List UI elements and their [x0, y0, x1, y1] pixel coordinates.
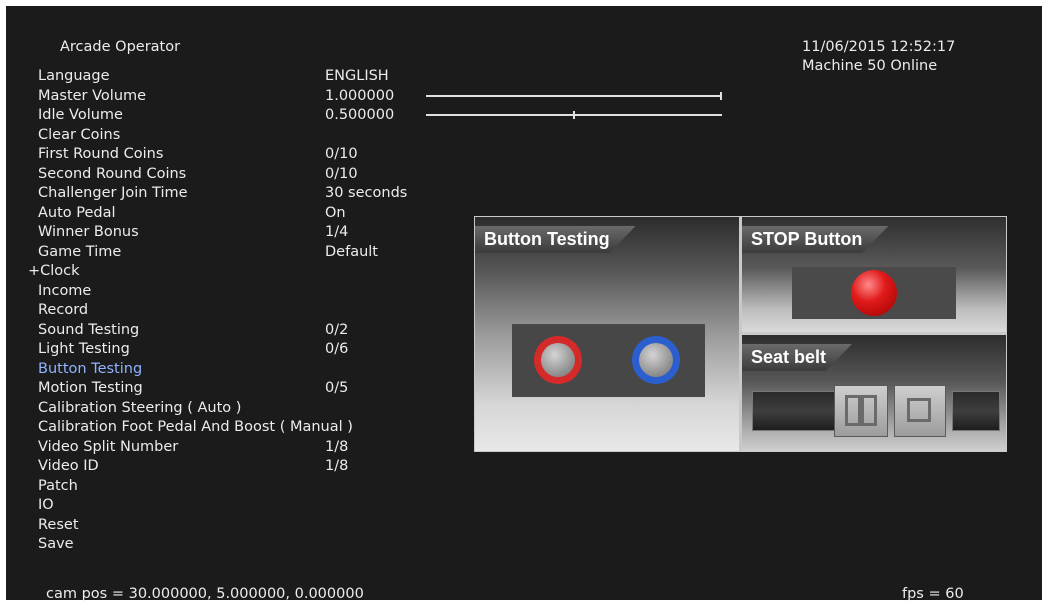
- menu-item-label: Record: [38, 302, 89, 318]
- menu-item-label: Button Testing: [38, 360, 143, 377]
- menu-item-value: ENGLISH: [325, 68, 389, 84]
- menu-item-label: Calibration Foot Pedal And Boost ( Manua…: [38, 419, 353, 435]
- menu-item-value: 1.000000: [325, 87, 395, 104]
- slider-knob[interactable]: [573, 111, 575, 119]
- menu-item-label: Motion Testing: [38, 380, 143, 396]
- slider-knob[interactable]: [720, 92, 722, 100]
- menu-item-idle-volume[interactable]: Idle Volume 0.500000: [38, 107, 938, 127]
- stop-button-tray: [792, 267, 956, 319]
- menu-item-reset[interactable]: Reset: [38, 517, 938, 537]
- app-title: Arcade Operator: [60, 39, 181, 55]
- seat-belt-panel: Seat belt: [742, 335, 1006, 451]
- button-testing-title: Button Testing: [475, 226, 636, 253]
- fps-readout: fps = 60: [902, 586, 964, 602]
- menu-item-label: Challenger Join Time: [38, 185, 188, 201]
- menu-item-value: 0/10: [325, 146, 358, 162]
- menu-item-label: Patch: [38, 477, 78, 494]
- menu-item-value: 1/8: [325, 438, 349, 455]
- menu-item-label: IO: [38, 497, 54, 513]
- menu-item-label: Auto Pedal: [38, 204, 116, 221]
- menu-item-label: +Clock: [28, 263, 80, 279]
- stop-button-title: STOP Button: [742, 226, 888, 253]
- menu-item-master-volume[interactable]: Master Volume 1.000000: [38, 88, 938, 108]
- menu-item-save[interactable]: Save: [38, 536, 938, 556]
- menu-item-clear-coins[interactable]: Clear Coins: [38, 127, 938, 147]
- menu-item-value: On: [325, 204, 346, 221]
- stop-button-panel: STOP Button: [742, 217, 1006, 332]
- blue-ring-button-icon: [632, 336, 680, 384]
- button-testing-panel: Button Testing: [475, 217, 739, 451]
- menu-item-label: Light Testing: [38, 341, 130, 357]
- datetime-text: 11/06/2015 12:52:17: [802, 39, 956, 55]
- menu-item-label: Sound Testing: [38, 321, 140, 338]
- menu-item-label: Master Volume: [38, 87, 147, 104]
- master-volume-slider[interactable]: [426, 92, 722, 100]
- seat-belt-title: Seat belt: [742, 344, 852, 371]
- menu-item-label: Winner Bonus: [38, 224, 139, 240]
- menu-item-label: Second Round Coins: [38, 165, 187, 182]
- menu-item-label: Reset: [38, 516, 79, 533]
- menu-item-second-round-coins[interactable]: Second Round Coins 0/10: [38, 166, 938, 186]
- menu-item-label: Save: [38, 536, 74, 552]
- menu-item-value: 0/10: [325, 165, 358, 182]
- menu-item-value: 0/2: [325, 321, 349, 338]
- menu-item-label: Clear Coins: [38, 126, 121, 143]
- menu-item-video-id[interactable]: Video ID 1/8: [38, 458, 938, 478]
- menu-item-value: 30 seconds: [325, 185, 408, 201]
- button-tray: [512, 324, 705, 397]
- menu-item-patch[interactable]: Patch: [38, 478, 938, 498]
- menu-item-language[interactable]: Language ENGLISH: [38, 68, 938, 88]
- menu-item-value: 0/5: [325, 380, 349, 396]
- menu-item-io[interactable]: IO: [38, 497, 938, 517]
- menu-item-label: Idle Volume: [38, 107, 123, 123]
- menu-item-value: 0.500000: [325, 107, 395, 123]
- cam-pos-readout: cam pos = 30.000000, 5.000000, 0.000000: [46, 586, 364, 602]
- menu-item-value: 1/4: [325, 224, 349, 240]
- red-ring-button-icon: [534, 336, 582, 384]
- menu-item-first-round-coins[interactable]: First Round Coins 0/10: [38, 146, 938, 166]
- menu-item-value: Default: [325, 243, 378, 260]
- idle-volume-slider[interactable]: [426, 111, 722, 119]
- menu-item-value: 1/8: [325, 458, 349, 474]
- menu-item-value: 0/6: [325, 341, 349, 357]
- menu-item-label: Income: [38, 282, 92, 299]
- menu-item-label: Video Split Number: [38, 438, 179, 455]
- menu-item-label: Calibration Steering ( Auto ): [38, 399, 242, 416]
- test-panels: Button Testing STOP Button Seat belt: [474, 216, 1007, 452]
- operator-screen: Arcade Operator 11/06/2015 12:52:17 Mach…: [6, 6, 1042, 602]
- menu-item-label: Game Time: [38, 243, 122, 260]
- menu-item-label: Video ID: [38, 458, 99, 474]
- menu-item-label: First Round Coins: [38, 146, 164, 162]
- menu-item-challenger-join-time[interactable]: Challenger Join Time 30 seconds: [38, 185, 938, 205]
- menu-item-label: Language: [38, 68, 110, 84]
- red-stop-button-icon: [851, 270, 897, 316]
